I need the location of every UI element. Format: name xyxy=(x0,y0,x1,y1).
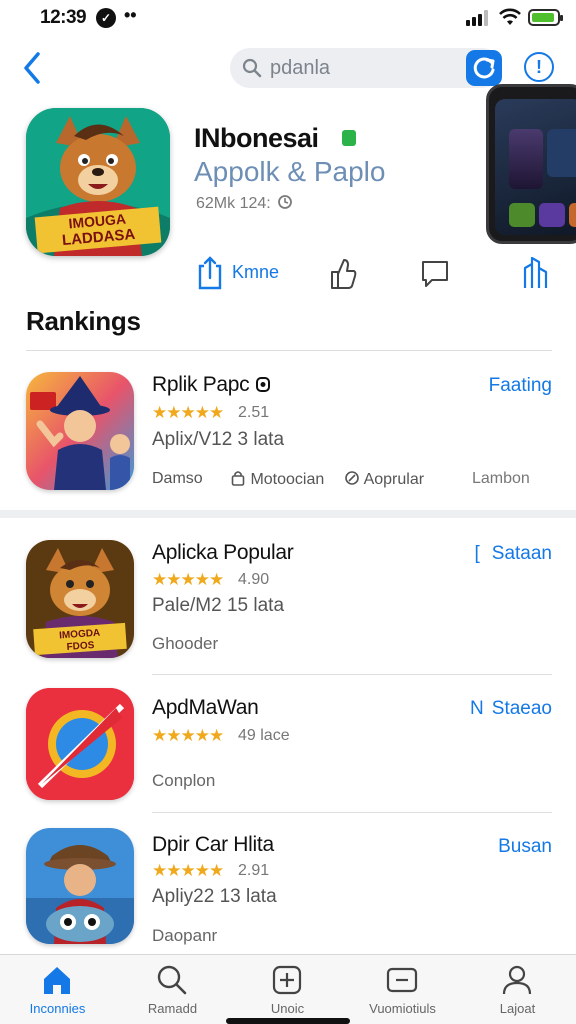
section-gap xyxy=(0,510,576,518)
search-bar[interactable]: pdanla xyxy=(230,48,502,88)
app-subtitle: Apliy22 13 lata xyxy=(152,886,277,907)
tab-home[interactable]: Inconnies xyxy=(0,955,115,1024)
home-icon xyxy=(44,967,70,994)
camera-icon xyxy=(255,377,270,392)
status-more-icon: •• xyxy=(124,5,137,25)
home-indicator xyxy=(226,1018,350,1024)
row-action-button[interactable]: [Sataan xyxy=(474,543,552,565)
chart-bars-icon[interactable] xyxy=(520,254,550,292)
star-rating: ★★★★★ xyxy=(152,403,224,422)
tab-bar: Inconnies Ramadd Unoic Vuomiotiuls Lajoa… xyxy=(0,954,576,1024)
app-category: Conplon xyxy=(152,771,216,790)
app-name: Dpir Car Hlita xyxy=(152,833,274,856)
app-category: Daopanr xyxy=(152,926,218,945)
hero-app-icon[interactable]: IMOUGA LADDASA xyxy=(26,108,170,256)
app-name: Rplik Papc xyxy=(152,373,271,397)
rating-value: 2.51 xyxy=(238,404,270,421)
app-subtitle: Pale/M2 15 lata xyxy=(152,595,285,616)
wolf-mascot-icon: IMOUGA LADDASA xyxy=(26,108,170,256)
lock-icon xyxy=(231,471,245,486)
refresh-button[interactable] xyxy=(466,50,502,86)
plus-box-icon xyxy=(272,965,302,995)
tag-icon xyxy=(345,471,359,485)
info-icon: ! xyxy=(536,57,542,77)
hero-meta: 62Mk 124: xyxy=(196,194,293,213)
status-check-icon: ✓ xyxy=(96,8,116,28)
row-action-button[interactable]: Busan xyxy=(498,836,552,858)
minus-box-icon xyxy=(386,967,418,993)
status-bar: 12:39 ✓ •• xyxy=(0,0,576,36)
star-rating: ★★★★★ xyxy=(152,570,224,589)
rating-value: 4.90 xyxy=(238,571,270,588)
back-chevron-icon[interactable] xyxy=(18,48,48,88)
person-icon xyxy=(502,965,532,995)
search-icon xyxy=(242,58,262,78)
tab-profile[interactable]: Lajoat xyxy=(460,955,575,1024)
wizard-app-icon xyxy=(26,372,134,490)
status-time: 12:39 xyxy=(40,7,87,28)
svg-text:FDOS: FDOS xyxy=(66,640,95,653)
app-category: Ghooder xyxy=(152,634,219,653)
tab-add[interactable]: Unoic xyxy=(230,955,345,1024)
hero-app-name: INbonesai xyxy=(194,123,319,153)
app-name: ApdMaWan xyxy=(152,696,259,719)
thumbs-up-icon[interactable] xyxy=(328,254,358,292)
rating-value: 49 lace xyxy=(238,727,290,744)
explorer-app-icon xyxy=(26,828,134,944)
tag[interactable]: Damso xyxy=(152,470,203,488)
cellular-signal-icon xyxy=(466,10,492,26)
chat-bubble-icon[interactable] xyxy=(420,254,450,292)
divider xyxy=(152,674,552,675)
tag[interactable]: Motoocian xyxy=(230,470,324,489)
verified-badge-icon xyxy=(342,130,356,146)
star-rating: ★★★★★ xyxy=(152,861,224,880)
rating-value: 2.91 xyxy=(238,862,270,879)
wifi-icon xyxy=(499,8,521,25)
refresh-icon xyxy=(473,57,495,79)
share-icon[interactable] xyxy=(196,254,226,292)
share-label[interactable]: Kmne xyxy=(232,262,279,283)
phone-preview-image xyxy=(486,84,576,244)
compass-app-icon xyxy=(26,688,134,800)
clock-icon xyxy=(278,195,293,209)
tag[interactable]: Aoprular xyxy=(344,470,424,489)
tag[interactable]: Lambon xyxy=(472,470,530,488)
search-input[interactable]: pdanla xyxy=(270,57,330,80)
battery-icon xyxy=(528,9,563,26)
row-action-button[interactable]: Faating xyxy=(489,375,552,397)
app-subtitle: Aplix/V12 3 lata xyxy=(152,429,285,450)
divider xyxy=(26,350,552,351)
wolf-app-icon: IMOGDA FDOS xyxy=(26,540,134,658)
row-action-button[interactable]: N Staeao xyxy=(470,698,552,720)
tab-search[interactable]: Ramadd xyxy=(115,955,230,1024)
hero-subtitle: Appolk & Paplo xyxy=(194,156,386,187)
divider xyxy=(152,812,552,813)
search-icon xyxy=(157,965,187,995)
star-rating: ★★★★★ xyxy=(152,726,224,745)
tab-activity[interactable]: Vuomiotiuls xyxy=(345,955,460,1024)
app-name: Aplicka Popular xyxy=(152,541,294,564)
section-title: Rankings xyxy=(26,306,141,336)
info-button[interactable]: ! xyxy=(524,52,554,82)
